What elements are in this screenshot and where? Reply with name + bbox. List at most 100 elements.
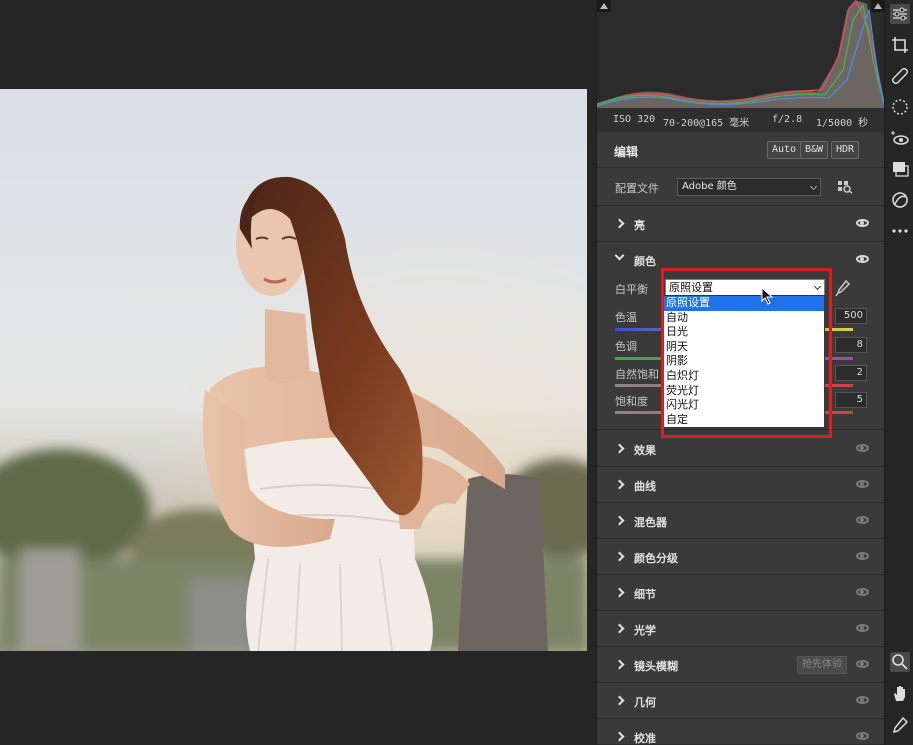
- chevron-right-icon: [614, 695, 625, 706]
- section-color-title: 颜色: [634, 255, 656, 268]
- section-color[interactable]: 颜色: [597, 242, 885, 278]
- histogram[interactable]: [596, 0, 886, 109]
- eye-icon[interactable]: [856, 444, 869, 452]
- section-detail-title: 细节: [634, 588, 656, 601]
- chevron-right-icon: [614, 479, 625, 490]
- shadow-clipping-warning-icon[interactable]: [597, 0, 611, 12]
- section-lens-blur[interactable]: 镜头模糊 抢先体验: [597, 647, 885, 683]
- highlight-clipping-warning-icon[interactable]: [871, 0, 885, 12]
- section-calibration-title: 校准: [634, 732, 656, 745]
- section-mixer[interactable]: 混色器: [597, 503, 885, 539]
- chevron-right-icon: [614, 623, 625, 634]
- image-canvas[interactable]: [0, 0, 596, 745]
- wb-option-auto[interactable]: 自动: [664, 311, 824, 326]
- edit-title: 编辑: [614, 145, 639, 159]
- wb-option-cloudy[interactable]: 阴天: [664, 340, 824, 355]
- section-optics-title: 光学: [634, 624, 656, 637]
- saturation-label: 饱和度: [615, 395, 648, 408]
- temperature-value[interactable]: 500: [835, 308, 867, 324]
- section-calibration[interactable]: 校准: [597, 719, 885, 745]
- eye-icon[interactable]: [856, 552, 869, 560]
- chevron-down-icon: [809, 182, 818, 191]
- ai-edit-icon[interactable]: [890, 190, 910, 210]
- section-curve[interactable]: 曲线: [597, 467, 885, 503]
- eye-icon[interactable]: [856, 660, 869, 668]
- profile-browser-icon[interactable]: [837, 180, 853, 194]
- eye-icon[interactable]: [856, 516, 869, 524]
- wb-option-as-shot[interactable]: 原照设置: [664, 296, 824, 311]
- vibrance-value[interactable]: 2: [835, 365, 867, 381]
- eye-icon[interactable]: [856, 732, 869, 740]
- eyedropper-icon[interactable]: [835, 279, 851, 297]
- chevron-down-icon: [614, 250, 625, 261]
- zoom-icon[interactable]: [890, 652, 910, 672]
- presets-icon[interactable]: [890, 159, 910, 179]
- chevron-right-icon: [614, 218, 625, 229]
- saturation-value[interactable]: 5: [835, 392, 867, 408]
- profile-select[interactable]: Adobe 颜色: [677, 178, 821, 196]
- eye-icon[interactable]: [856, 480, 869, 488]
- early-access-badge: 抢先体验: [797, 656, 847, 674]
- eye-icon[interactable]: [856, 219, 869, 227]
- edit-header: 编辑 Auto B&W HDR: [597, 132, 885, 168]
- profile-row: 配置文件 Adobe 颜色: [597, 168, 885, 206]
- chevron-right-icon: [614, 587, 625, 598]
- section-geometry-title: 几何: [634, 696, 656, 709]
- section-detail[interactable]: 细节: [597, 575, 885, 611]
- white-balance-select[interactable]: 原照设置: [665, 279, 825, 296]
- chevron-down-icon: [813, 282, 822, 291]
- white-balance-select-value: 原照设置: [669, 281, 713, 294]
- tint-value[interactable]: 8: [835, 337, 867, 353]
- white-balance-options: 原照设置 自动 日光 阴天 阴影 白炽灯 荧光灯 闪光灯 自定: [663, 295, 825, 429]
- exif-shutter: 1/5000 秒: [816, 118, 869, 129]
- crop-icon[interactable]: [890, 35, 910, 55]
- edit-sliders-icon[interactable]: [890, 4, 910, 24]
- exif-iso: ISO 320: [613, 114, 656, 125]
- vibrance-label: 自然饱和: [615, 368, 659, 381]
- white-balance-label: 白平衡: [615, 283, 648, 296]
- hdr-button[interactable]: HDR: [831, 141, 860, 159]
- section-curve-title: 曲线: [634, 480, 656, 493]
- wb-option-fluorescent[interactable]: 荧光灯: [664, 384, 824, 399]
- chevron-right-icon: [614, 551, 625, 562]
- eye-icon[interactable]: [856, 696, 869, 704]
- temperature-label: 色温: [615, 311, 637, 324]
- mouse-cursor-icon: [761, 287, 774, 305]
- section-light-title: 亮: [634, 219, 645, 232]
- eye-icon[interactable]: [856, 624, 869, 632]
- healing-icon[interactable]: [890, 66, 910, 86]
- wb-option-daylight[interactable]: 日光: [664, 325, 824, 340]
- exif-info: ISO 320 70-200@165 毫米 f/2.8 1/5000 秒: [597, 108, 885, 132]
- chevron-right-icon: [614, 515, 625, 526]
- section-geometry[interactable]: 几何: [597, 683, 885, 719]
- section-effects-title: 效果: [634, 444, 656, 457]
- masking-icon[interactable]: [890, 97, 910, 117]
- eye-icon[interactable]: [856, 255, 869, 263]
- wb-option-flash[interactable]: 闪光灯: [664, 398, 824, 413]
- more-options-icon[interactable]: [890, 221, 910, 241]
- chevron-right-icon: [614, 731, 625, 742]
- chevron-right-icon: [614, 659, 625, 670]
- section-mixer-title: 混色器: [634, 516, 667, 529]
- wb-option-tungsten[interactable]: 白炽灯: [664, 369, 824, 384]
- section-effects[interactable]: 效果: [597, 431, 885, 467]
- color-sampler-icon[interactable]: [890, 716, 910, 736]
- section-color-grading-title: 颜色分级: [634, 552, 678, 565]
- auto-button[interactable]: Auto: [767, 141, 802, 159]
- section-lens-blur-title: 镜头模糊: [634, 660, 678, 673]
- exif-lens: 70-200@165 毫米: [663, 118, 750, 129]
- section-light[interactable]: 亮: [597, 206, 885, 242]
- profile-label: 配置文件: [615, 182, 659, 195]
- wb-option-custom[interactable]: 自定: [664, 413, 824, 428]
- red-eye-icon[interactable]: [890, 128, 910, 148]
- tool-strip: [884, 0, 913, 745]
- tint-label: 色调: [615, 340, 637, 353]
- black-white-button[interactable]: B&W: [800, 141, 829, 159]
- photo-preview[interactable]: [0, 89, 587, 651]
- hand-icon[interactable]: [890, 683, 910, 703]
- wb-option-shade[interactable]: 阴影: [664, 354, 824, 369]
- histogram-graph: [596, 0, 886, 109]
- section-optics[interactable]: 光学: [597, 611, 885, 647]
- section-color-grading[interactable]: 颜色分级: [597, 539, 885, 575]
- eye-icon[interactable]: [856, 588, 869, 596]
